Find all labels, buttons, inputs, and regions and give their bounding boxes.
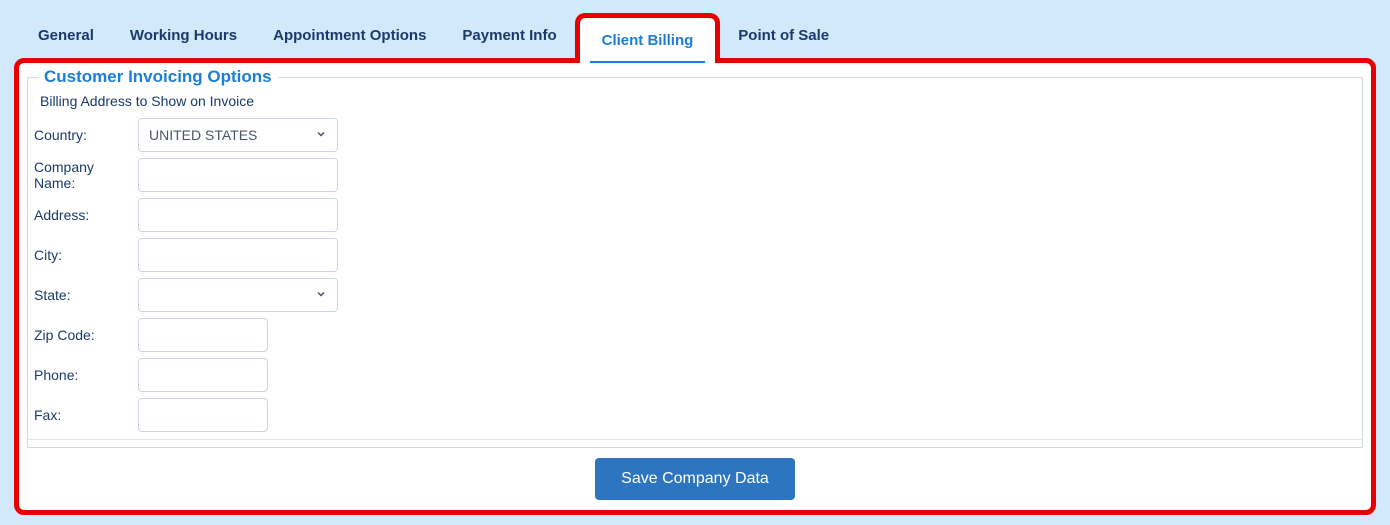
label-country: Country: <box>34 127 138 143</box>
section-subtitle: Billing Address to Show on Invoice <box>34 87 1356 115</box>
customer-invoicing-options: Customer Invoicing Options Billing Addre… <box>27 67 1363 448</box>
chevron-down-icon <box>315 127 327 143</box>
tab-bar: General Working Hours Appointment Option… <box>0 0 1390 58</box>
company-name-input[interactable] <box>138 158 338 192</box>
label-phone: Phone: <box>34 367 138 383</box>
state-select[interactable] <box>138 278 338 312</box>
tab-client-billing[interactable]: Client Billing <box>575 13 721 63</box>
label-address: Address: <box>34 207 138 223</box>
tab-payment-info[interactable]: Payment Info <box>444 13 574 58</box>
label-zip: Zip Code: <box>34 327 138 343</box>
tab-appointment-options[interactable]: Appointment Options <box>255 13 444 58</box>
label-state: State: <box>34 287 138 303</box>
fax-input[interactable] <box>138 398 268 432</box>
label-fax: Fax: <box>34 407 138 423</box>
save-company-data-button[interactable]: Save Company Data <box>595 458 795 500</box>
section-title: Customer Invoicing Options <box>38 67 278 87</box>
tab-point-of-sale[interactable]: Point of Sale <box>720 13 847 58</box>
tab-general[interactable]: General <box>20 13 112 58</box>
tab-working-hours[interactable]: Working Hours <box>112 13 255 58</box>
country-select-value: UNITED STATES <box>149 127 257 143</box>
city-input[interactable] <box>138 238 338 272</box>
label-city: City: <box>34 247 138 263</box>
chevron-down-icon <box>315 287 327 303</box>
phone-input[interactable] <box>138 358 268 392</box>
country-select[interactable]: UNITED STATES <box>138 118 338 152</box>
client-billing-panel: Customer Invoicing Options Billing Addre… <box>14 58 1376 515</box>
label-company-name: Company Name: <box>34 159 138 191</box>
panel-footer: Save Company Data <box>27 439 1363 500</box>
zip-input[interactable] <box>138 318 268 352</box>
address-input[interactable] <box>138 198 338 232</box>
